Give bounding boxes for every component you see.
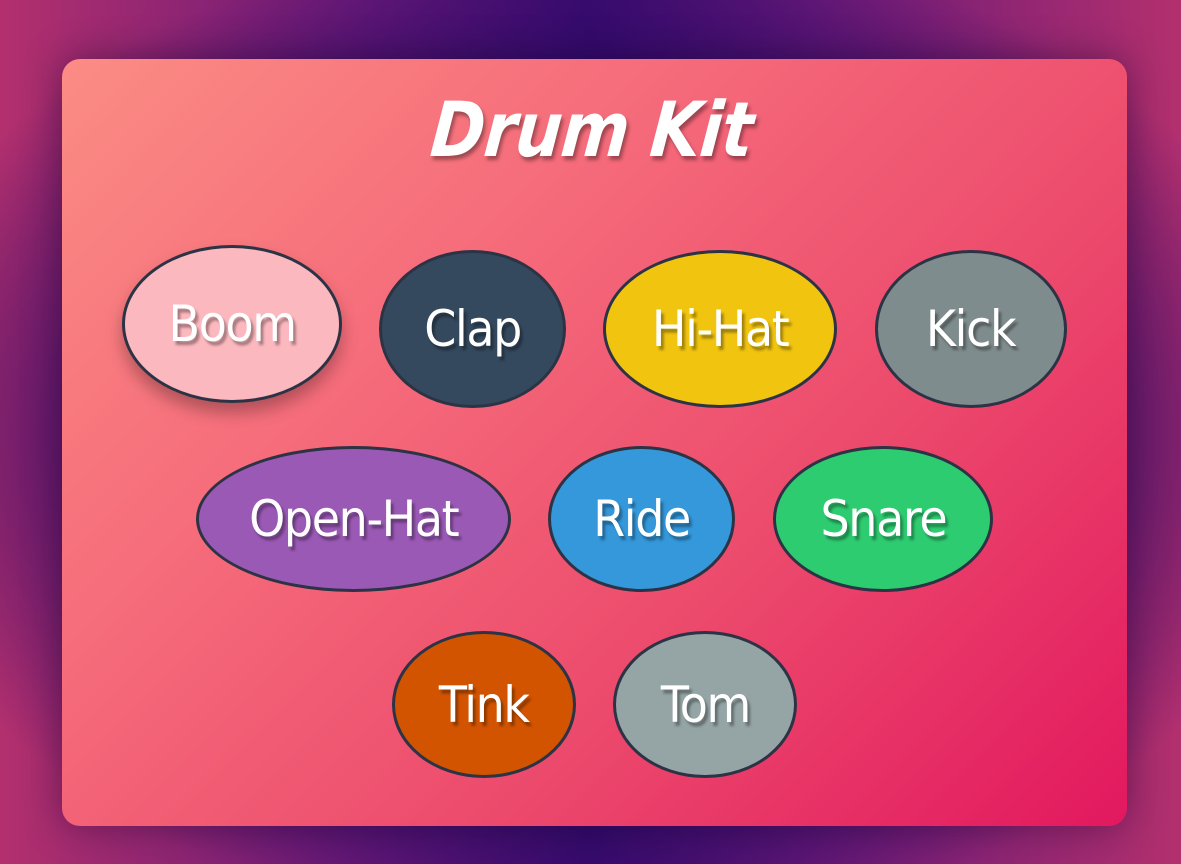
- pad-open-hat[interactable]: Open-Hat: [196, 446, 511, 592]
- page-title: Drum Kit: [427, 85, 757, 174]
- pad-label: Kick: [926, 300, 1017, 358]
- pad-boom[interactable]: Boom: [122, 245, 342, 403]
- pad-label: Hi-Hat: [651, 300, 790, 358]
- pad-hi-hat[interactable]: Hi-Hat: [603, 250, 837, 408]
- pad-snare[interactable]: Snare: [773, 446, 993, 592]
- pad-label: Ride: [593, 490, 691, 548]
- pad-label: Open-Hat: [248, 490, 460, 548]
- pad-tom[interactable]: Tom: [613, 631, 797, 778]
- pad-label: Boom: [168, 295, 297, 353]
- pad-kick[interactable]: Kick: [875, 250, 1067, 408]
- pad-clap[interactable]: Clap: [379, 250, 566, 408]
- pad-ride[interactable]: Ride: [548, 446, 735, 592]
- pad-tink[interactable]: Tink: [392, 631, 576, 778]
- pad-label: Tom: [660, 675, 750, 734]
- pad-label: Snare: [820, 490, 947, 548]
- pad-label: Tink: [439, 675, 530, 734]
- drum-kit-card: [62, 59, 1127, 826]
- pad-label: Clap: [424, 300, 522, 358]
